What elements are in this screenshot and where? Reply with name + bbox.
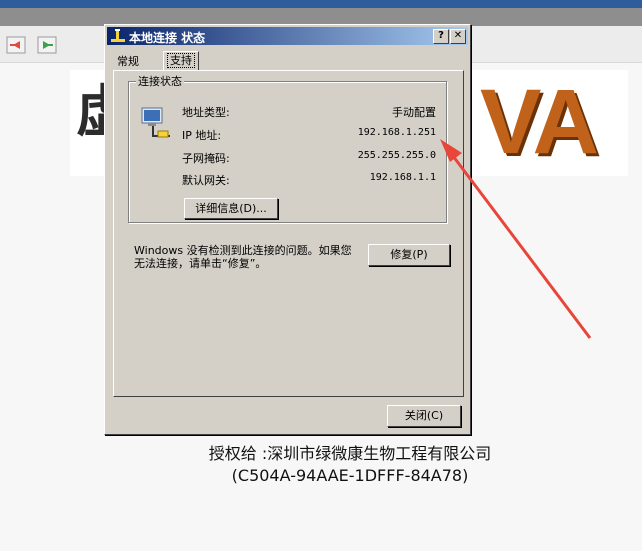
annotation-arrow	[440, 139, 592, 339]
